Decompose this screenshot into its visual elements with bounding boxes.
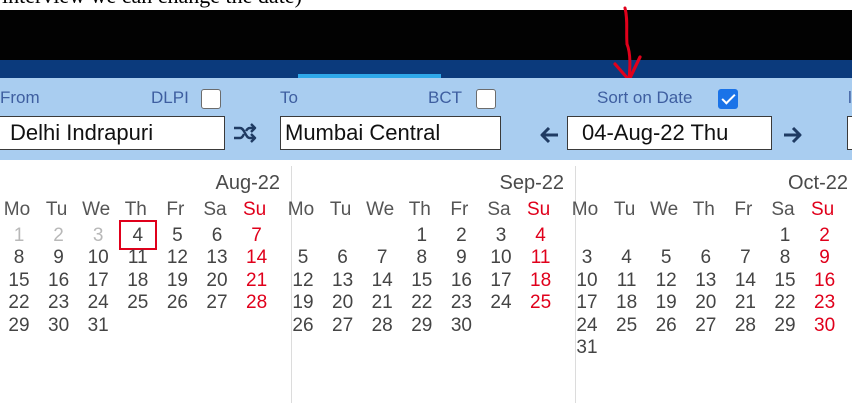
date-cell[interactable]: 30 [810,312,840,339]
date-cell[interactable]: 30 [44,312,74,339]
date-cell[interactable]: 30 [446,312,476,339]
date-cell[interactable]: 29 [407,312,437,339]
calendar-month-oct: Oct-22 Mo Tu We Th Fr Sa Su 1 2 3 4 5 6 7 8 9 10 11 12 13 14… [572,168,852,403]
date-cell[interactable]: 26 [288,312,318,339]
dlpi-label: DLPI [151,88,189,107]
weekday-header: We [366,199,395,220]
prev-date-arrow-icon[interactable] [538,123,562,147]
date-cell[interactable]: 24 [486,289,516,316]
date-cell[interactable]: 28 [367,312,397,339]
weekday-header: We [650,199,679,220]
date-cell[interactable]: 28 [730,312,760,339]
date-cell[interactable]: 25 [526,289,556,316]
date-cell[interactable]: 27 [328,312,358,339]
weekday-header: Mo [3,199,31,220]
date-cell[interactable]: 26 [651,312,681,339]
weekday-header: Fr [450,199,469,220]
date-cell[interactable]: 31 [83,312,113,339]
calendar-month-sep: Sep-22 Mo Tu We Th Fr Sa Su 1 2 3 4 5 6 7 8 9 10 11 12 13 14… [288,168,572,398]
date-cell[interactable]: 25 [123,289,153,316]
weekday-header: Sa [771,199,795,220]
weekday-header: Fr [166,199,185,220]
date-cell[interactable]: 31 [572,334,602,361]
date-cell[interactable]: 27 [202,289,232,316]
date-cell[interactable]: 28 [242,289,272,316]
weekday-header: Su [810,199,835,220]
weekday-header: Tu [613,199,636,220]
weekday-header: Su [242,199,267,220]
to-label: To [280,88,298,107]
calendar-month-aug: Aug-22 Mo Tu We Th Fr Sa Su 1 2 3 4 5 6 7 8 9 10 11 12 13 14… [4,168,288,398]
date-cell[interactable]: 27 [691,312,721,339]
weekday-header: We [82,199,111,220]
date-cell[interactable]: 26 [162,289,192,316]
bct-label: BCT [428,88,462,107]
swap-stations-icon[interactable] [231,119,259,147]
weekday-header: Su [526,199,551,220]
journey-date-input[interactable]: 04-Aug-22 Thu [567,116,772,150]
from-label: From [0,88,40,107]
sort-on-date-label: Sort on Date [597,88,693,107]
weekday-header: Th [692,199,715,220]
extra-field-cutoff[interactable] [847,116,852,150]
dlpi-checkbox[interactable] [201,89,221,109]
weekday-header: Tu [45,199,68,220]
date-cell[interactable]: 29 [4,312,34,339]
date-cell[interactable]: 25 [612,312,642,339]
weekday-header: Sa [487,199,511,220]
annotation-arrow-icon [613,6,642,82]
weekday-header: Th [124,199,147,220]
to-station-input[interactable]: Mumbai Central [280,116,501,150]
month-title: Sep-22 [499,172,565,194]
weekday-header: Mo [287,199,315,220]
sort-on-date-checkbox[interactable] [718,89,738,109]
header-bar [0,10,852,60]
caption-text: interview we can change the date) [0,0,852,10]
from-station-input[interactable]: Delhi Indrapuri [0,116,225,150]
bct-checkbox[interactable] [476,89,496,109]
weekday-header: Th [408,199,431,220]
month-title: Oct-22 [787,172,848,194]
month-title: Aug-22 [215,172,281,194]
weekday-header: Tu [329,199,352,220]
weekday-header: Mo [571,199,599,220]
extra-label-cutoff: l [848,88,852,107]
weekday-header: Sa [203,199,227,220]
date-cell[interactable]: 29 [770,312,800,339]
weekday-header: Fr [734,199,753,220]
next-date-arrow-icon[interactable] [780,123,804,147]
